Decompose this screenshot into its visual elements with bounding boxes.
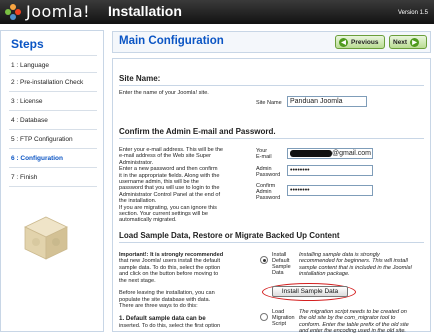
- step-license: 3 : License: [11, 98, 43, 105]
- confirm-label-line: Password: [256, 195, 281, 201]
- step-preinstall-check: 2 : Pre-installation Check: [11, 79, 84, 86]
- email-domain: @gmail.com: [332, 150, 372, 157]
- header-bar: Joomla! Installation Version 1.5: [0, 0, 434, 24]
- install-sample-data-radio[interactable]: [260, 256, 268, 264]
- logo-text: Joomla!: [26, 2, 91, 21]
- password-label-line: Password: [256, 172, 281, 178]
- option1-label-line: Data: [272, 270, 284, 276]
- sample-help-line: There are three ways to do this:: [119, 303, 198, 310]
- steps-sidebar: Steps 1 : Language 2 : Pre-installation …: [0, 30, 104, 332]
- admin-heading: Confirm the Admin E-mail and Password.: [119, 127, 276, 136]
- divider: [9, 72, 97, 73]
- password-input[interactable]: ••••••••: [287, 165, 373, 176]
- arrow-right-icon: ▶: [410, 37, 420, 47]
- step-finish: 7 : Finish: [11, 174, 38, 181]
- joomla-logo-icon: [5, 4, 21, 20]
- main-header: Main Configuration ◀ Previous Next ▶: [112, 31, 431, 53]
- site-name-heading: Site Name:: [119, 74, 161, 83]
- arrow-left-icon: ◀: [339, 37, 348, 47]
- configuration-panel: Site Name: Enter the name of your Joomla…: [112, 58, 431, 335]
- steps-title: Steps: [11, 37, 44, 51]
- option2-label-line: Script: [272, 321, 287, 327]
- next-button[interactable]: Next ▶: [389, 35, 427, 49]
- step-language: 1 : Language: [11, 62, 49, 69]
- step-database: 4 : Database: [11, 117, 48, 124]
- package-box-icon: [24, 216, 68, 260]
- divider: [119, 85, 424, 86]
- divider: [9, 110, 97, 111]
- divider: [9, 186, 97, 187]
- sample-data-heading: Load Sample Data, Restore or Migrate Bac…: [119, 231, 340, 240]
- redacted-email-mark: [290, 149, 332, 157]
- site-name-label: Site Name: [256, 100, 282, 106]
- step-ftp-configuration: 5 : FTP Configuration: [11, 136, 73, 143]
- sample-help-line: 1. Default sample data can be: [119, 315, 206, 322]
- email-label-line: E-mail: [256, 154, 272, 160]
- previous-button[interactable]: ◀ Previous: [335, 35, 385, 49]
- divider: [119, 138, 424, 139]
- page-title: Installation: [108, 3, 182, 19]
- version-label: Version 1.5: [397, 10, 428, 16]
- next-label: Next: [393, 38, 408, 46]
- load-migration-script-radio[interactable]: [260, 313, 268, 321]
- site-name-input[interactable]: Panduan Joomla: [287, 96, 367, 107]
- confirm-password-input[interactable]: ••••••••: [287, 185, 373, 196]
- divider: [9, 167, 97, 168]
- main-title: Main Configuration: [119, 35, 224, 47]
- divider: [9, 148, 97, 149]
- option1-desc-line: installation package.: [299, 271, 350, 278]
- divider: [9, 91, 97, 92]
- previous-label: Previous: [351, 38, 379, 46]
- email-input[interactable]: @gmail.com: [287, 148, 373, 159]
- install-sample-data-button[interactable]: Install Sample Data: [272, 286, 348, 297]
- divider: [9, 129, 97, 130]
- sample-help-line: the next stage.: [119, 277, 156, 284]
- site-name-help: Enter the name of your Joomla! site.: [119, 90, 209, 96]
- admin-help-line: automatically migrated.: [119, 217, 177, 224]
- step-configuration: 6 : Configuration: [11, 155, 63, 162]
- sample-help-line: inserted. To do this, select the first o…: [119, 323, 221, 329]
- option2-desc-line: and enter the encoding used in the old s…: [299, 328, 406, 335]
- divider: [119, 242, 424, 243]
- divider: [9, 55, 97, 56]
